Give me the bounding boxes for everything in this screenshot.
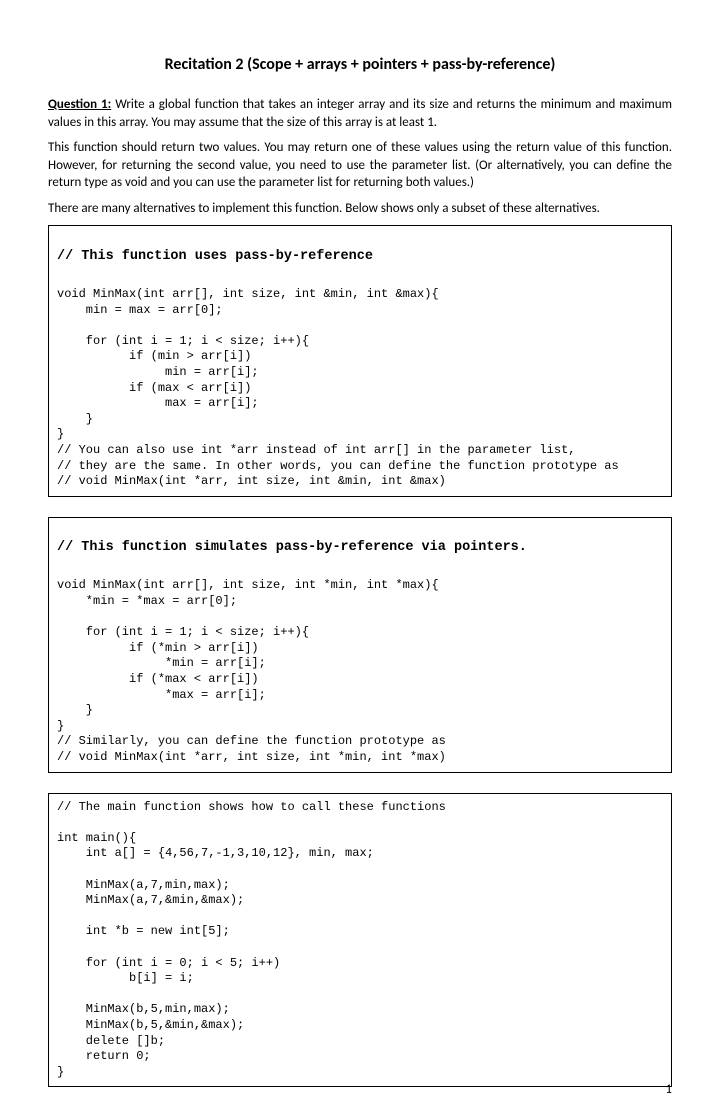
code-box-2-body: void MinMax(int arr[], int size, int *mi… (57, 578, 446, 764)
question-label: Question 1: (48, 97, 111, 112)
question-1-para: Question 1: Write a global function that… (48, 96, 672, 131)
code-box-1: // This function uses pass-by-reference … (48, 225, 672, 496)
para3: There are many alternatives to implement… (48, 200, 672, 218)
code-box-3: // The main function shows how to call t… (48, 793, 672, 1088)
code-box-1-body: void MinMax(int arr[], int size, int &mi… (57, 287, 619, 488)
page-title: Recitation 2 (Scope + arrays + pointers … (48, 55, 672, 74)
code-box-3-body: // The main function shows how to call t… (57, 800, 446, 1079)
para1-text: Write a global function that takes an in… (48, 97, 672, 130)
code-box-2: // This function simulates pass-by-refer… (48, 517, 672, 773)
code-box-2-header: // This function simulates pass-by-refer… (57, 539, 663, 557)
document-page: Recitation 2 (Scope + arrays + pointers … (0, 0, 720, 1117)
code-box-1-header: // This function uses pass-by-reference (57, 248, 663, 266)
page-number: 1 (665, 1082, 672, 1097)
para2: This function should return two values. … (48, 139, 672, 192)
